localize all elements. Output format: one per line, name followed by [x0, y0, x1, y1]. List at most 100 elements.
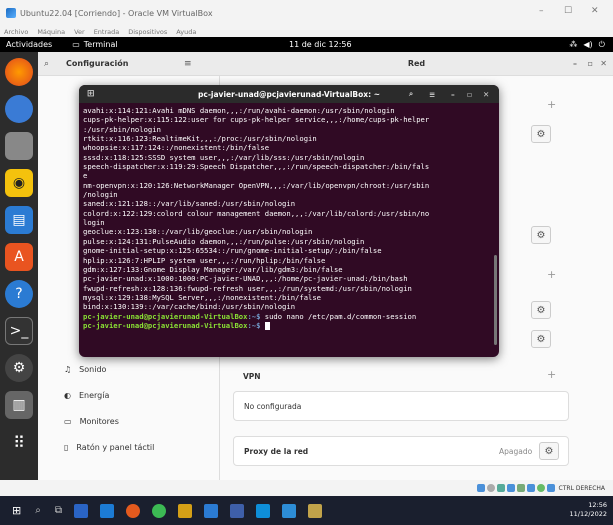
prompt-user: pc-javier-unad@pcjavierunad-VirtualBox: [83, 311, 248, 321]
menu-entrada[interactable]: Entrada: [94, 28, 120, 36]
add-vpn-icon[interactable]: +: [547, 368, 556, 381]
show-apps-icon[interactable]: ⠿: [5, 428, 33, 456]
menu-dispositivos[interactable]: Dispositivos: [128, 28, 167, 36]
virtualbox-taskbar-icon[interactable]: [229, 503, 244, 518]
virtualbox-icon: [6, 8, 16, 18]
minimize-settings-button[interactable]: –: [573, 59, 577, 68]
windows-start-icon[interactable]: ⊞: [12, 504, 21, 517]
audio-status-icon[interactable]: [496, 484, 505, 492]
clock[interactable]: 11 de dic 12:56: [289, 40, 352, 49]
terminal-prompt-line-current[interactable]: pc-javier-unad@pcjavierunad-VirtualBox:~…: [83, 321, 495, 330]
chrome-taskbar-icon[interactable]: [151, 503, 166, 518]
system-tray[interactable]: ⁂ ◀) ⏻: [569, 40, 605, 50]
host-key-label: CTRL DERECHA: [558, 484, 605, 492]
activities-button[interactable]: Actividades: [6, 40, 52, 49]
prompt-user: pc-javier-unad@pcjavierunad-VirtualBox: [83, 320, 248, 330]
gnome-top-bar: Actividades ▭ Terminal 11 de dic 12:56 ⁂…: [0, 37, 613, 52]
connection-settings-gear-icon[interactable]: ⚙: [531, 226, 551, 244]
close-settings-button[interactable]: ✕: [600, 59, 607, 68]
vpn-gear-icon[interactable]: ⚙: [531, 301, 551, 319]
menu-maquina[interactable]: Máquina: [37, 28, 65, 36]
minimize-button[interactable]: –: [539, 6, 544, 16]
vpn-gear-icon-2[interactable]: ⚙: [531, 330, 551, 348]
terminal-line: hplip:x:126:7:HPLIP system user,,,:/run/…: [83, 255, 326, 265]
writer-icon[interactable]: ▤: [5, 206, 33, 234]
terminal-cursor: [264, 321, 270, 330]
wired-settings-gear-icon[interactable]: ⚙: [531, 125, 551, 143]
vpn-status: No configurada: [244, 402, 302, 411]
app2-taskbar-icon[interactable]: [307, 503, 322, 518]
shared-folders-icon[interactable]: [526, 484, 535, 492]
firefox-taskbar-icon[interactable]: [125, 503, 140, 518]
terminal-line: saned:x:121:128::/var/lib/saned:/usr/sbi…: [83, 199, 296, 209]
network-panel-header: Red – ▫ ✕: [220, 52, 613, 76]
add-connection-icon[interactable]: +: [547, 98, 556, 111]
maximize-settings-button[interactable]: ▫: [588, 59, 593, 68]
vpn-section-title: VPN: [243, 372, 261, 381]
proxy-card[interactable]: Proxy de la red Apagado ⚙: [233, 436, 569, 466]
terminal-scrollbar[interactable]: [494, 255, 497, 345]
music-icon: ♫: [64, 365, 72, 374]
search-icon[interactable]: ⌕: [44, 59, 49, 69]
edge-taskbar-icon[interactable]: [99, 503, 114, 518]
app-menu[interactable]: ▭ Terminal: [72, 40, 117, 49]
window-title: Ubuntu22.04 [Corriendo] - Oracle VM Virt…: [20, 8, 213, 18]
sidebar-item-sound[interactable]: ♫ Sonido: [64, 365, 106, 374]
files-icon[interactable]: [5, 132, 33, 160]
monitor-icon: ▭: [64, 417, 72, 426]
terminal-line: gdm:x:127:133:Gnome Display Manager:/var…: [83, 264, 343, 274]
capture-icon[interactable]: [536, 484, 545, 492]
settings-dock-icon[interactable]: ⚙: [5, 354, 33, 382]
terminal-line: avahi:x:114:121:Avahi mDNS daemon,,,:/ru…: [83, 106, 395, 115]
power-settings-icon: ◐: [64, 391, 71, 400]
terminal-line: rtkit:x:116:123:RealtimeKit,,,:/proc:/us…: [83, 134, 317, 144]
sidebar-item-mouse[interactable]: ▯ Ratón y panel táctil: [64, 443, 154, 452]
trash-icon[interactable]: ▥: [5, 391, 33, 419]
usb-status-icon[interactable]: [516, 484, 525, 492]
terminal-line: gnome-initial-setup:x:125:65534::/run/gn…: [83, 246, 382, 256]
firefox-icon[interactable]: [5, 58, 33, 86]
prompt-path: :~$: [247, 311, 261, 321]
menu-ayuda[interactable]: Ayuda: [176, 28, 196, 36]
close-button[interactable]: ✕: [591, 6, 599, 16]
help-icon[interactable]: ?: [5, 280, 33, 308]
terminal-maximize-button[interactable]: ▫: [467, 90, 472, 99]
terminal-dock-icon[interactable]: >_: [5, 317, 33, 345]
rhythmbox-icon[interactable]: ◉: [5, 169, 33, 197]
search-terminal-icon[interactable]: ⌕: [409, 89, 413, 99]
explorer-taskbar-icon[interactable]: [177, 503, 192, 518]
sidebar-item-power[interactable]: ◐ Energía: [64, 391, 109, 400]
terminal-menu-icon[interactable]: ≡: [429, 90, 435, 99]
word-taskbar-icon[interactable]: [73, 503, 88, 518]
terminal-output[interactable]: avahi:x:114:121:Avahi mDNS daemon,,,:/ru…: [79, 103, 499, 357]
terminal-window[interactable]: ⊞ pc-javier-unad@pcjavierunad-VirtualBox…: [79, 85, 499, 357]
add-vpn-connection-icon[interactable]: +: [547, 268, 556, 281]
ubuntu-dock: ◉ ▤ A ? >_ ⚙ ▥ ⠿: [0, 52, 38, 496]
task-view-icon[interactable]: ⧉: [55, 505, 62, 516]
keyboard-status-icon[interactable]: [546, 484, 555, 492]
new-tab-icon[interactable]: ⊞: [87, 89, 95, 99]
vscode-taskbar-icon[interactable]: [281, 503, 296, 518]
software-icon[interactable]: A: [5, 243, 33, 271]
virtualbox-title-bar: Ubuntu22.04 [Corriendo] - Oracle VM Virt…: [0, 0, 613, 26]
terminal-line: pulse:x:124:131:PulseAudio daemon,,,:/ru…: [83, 236, 365, 246]
terminal-close-button[interactable]: ✕: [483, 90, 489, 99]
menu-archivo[interactable]: Archivo: [4, 28, 28, 36]
search-taskbar-icon[interactable]: ⌕: [35, 505, 41, 516]
windows-clock[interactable]: 12:56 11/12/2022: [570, 501, 607, 519]
sidebar-item-displays[interactable]: ▭ Monitores: [64, 417, 119, 426]
harddisk-status-icon[interactable]: [476, 484, 485, 492]
vpn-card: No configurada: [233, 391, 569, 421]
app-taskbar-icon[interactable]: [255, 503, 270, 518]
terminal-minimize-button[interactable]: –: [451, 90, 455, 99]
menu-ver[interactable]: Ver: [74, 28, 85, 36]
maximize-button[interactable]: ☐: [564, 6, 572, 16]
store-taskbar-icon[interactable]: [203, 503, 218, 518]
terminal-line: login: [83, 218, 105, 228]
proxy-gear-icon[interactable]: ⚙: [539, 442, 559, 460]
thunderbird-icon[interactable]: [5, 95, 33, 123]
terminal-title: pc-javier-unad@pcjavierunad-VirtualBox: …: [198, 89, 380, 99]
optical-status-icon[interactable]: [486, 484, 495, 492]
network-status-icon[interactable]: [506, 484, 515, 492]
hamburger-menu-icon[interactable]: ≡: [184, 59, 192, 69]
